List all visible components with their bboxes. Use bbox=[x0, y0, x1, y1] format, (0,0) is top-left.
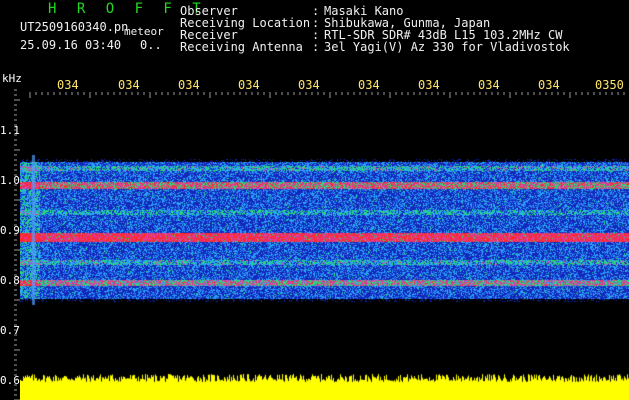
extra-readout: 0.. bbox=[140, 38, 162, 52]
file-name: UT2509160340.pn bbox=[20, 20, 129, 34]
time-label: 034 bbox=[478, 78, 500, 92]
spectrogram bbox=[20, 100, 629, 370]
power-strip bbox=[20, 370, 629, 400]
time-label: 0350 bbox=[595, 78, 624, 92]
meta-colon: : bbox=[312, 40, 320, 54]
capture-datetime: 25.09.16 03:40 bbox=[20, 38, 122, 52]
time-label: 034 bbox=[358, 78, 380, 92]
freq-label: 0.6 bbox=[0, 374, 20, 387]
time-axis-labels: 034 034 034 034 034 034 034 034 034 0350 bbox=[0, 78, 629, 94]
freq-label: 0.9 bbox=[0, 224, 20, 237]
header-panel: H R O F F T UT2509160340.pn meteor 25.09… bbox=[0, 0, 629, 70]
time-label: 034 bbox=[57, 78, 79, 92]
meta-value: 3el Yagi(V) Az 330 for Vladivostok bbox=[324, 40, 570, 54]
time-label: 034 bbox=[178, 78, 200, 92]
freq-label: 1.0 bbox=[0, 174, 20, 187]
freq-label: 0.7 bbox=[0, 324, 20, 337]
meta-row-antenna: Receiving Antenna : 3el Yagi(V) Az 330 f… bbox=[180, 41, 570, 53]
meta-key: Receiving Antenna bbox=[180, 40, 303, 54]
freq-label: 1.1 bbox=[0, 124, 20, 137]
time-label: 034 bbox=[118, 78, 140, 92]
freq-label: 0.8 bbox=[0, 274, 20, 287]
time-label: 034 bbox=[238, 78, 260, 92]
mode-label: meteor bbox=[124, 25, 164, 38]
station-info: Observer : Masaki Kano Receiving Locatio… bbox=[180, 5, 570, 53]
time-label: 034 bbox=[538, 78, 560, 92]
time-label: 034 bbox=[418, 78, 440, 92]
time-label: 034 bbox=[298, 78, 320, 92]
